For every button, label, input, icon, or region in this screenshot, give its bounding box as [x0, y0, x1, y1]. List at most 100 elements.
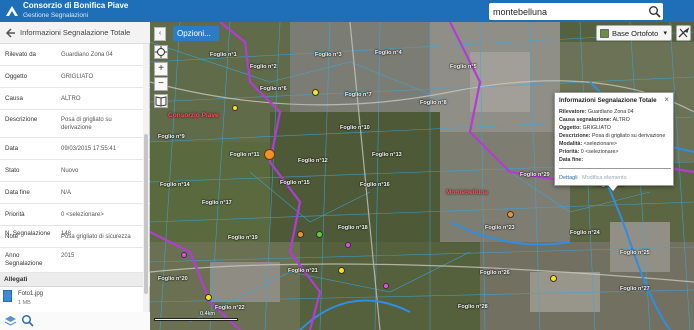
bottom-toolbar — [0, 312, 150, 330]
tools-icon — [678, 27, 690, 38]
search-input[interactable] — [489, 3, 645, 20]
popup-divider — [559, 168, 671, 169]
popup-value: GRIGLIATO — [582, 125, 611, 131]
back-arrow-icon[interactable] — [4, 27, 16, 39]
options-button[interactable]: Opzioni... — [173, 26, 219, 41]
panel-scrollbar[interactable] — [143, 44, 149, 314]
popup-title: Informazioni Segnalazione Totale — [559, 97, 657, 104]
scale-bar-line — [154, 318, 238, 321]
parcel-label: Foglio n°18 — [338, 225, 368, 231]
popup-key: Modalità: — [559, 141, 583, 147]
report-marker[interactable] — [181, 252, 187, 258]
popup-row: Oggetto: GRIGLIATO — [559, 125, 611, 131]
scrollbar-thumb[interactable] — [144, 134, 148, 294]
book-icon — [155, 96, 167, 107]
field-row: Rilevato da Guardiano Zona 04 — [0, 44, 150, 66]
parcel-label: Foglio n°15 — [280, 180, 310, 186]
field-label: Descrizione — [5, 116, 38, 123]
parcel-label: Foglio n°8 — [420, 100, 447, 106]
report-marker[interactable] — [507, 211, 514, 218]
field-value: 09/03/2015 17:55:41 — [61, 146, 117, 152]
popup-value: Guardiano Zona 04 — [587, 109, 634, 115]
field-label: Rilevato da — [5, 51, 36, 58]
parcel-label: Foglio n°10 — [340, 125, 370, 131]
field-value: 148 — [61, 231, 72, 237]
attachment-name[interactable]: Foto1.jpg — [18, 291, 43, 297]
report-marker[interactable] — [297, 231, 304, 238]
popup-row: Data fine: — [559, 157, 583, 163]
parcel-label: Foglio n°26 — [480, 270, 510, 276]
field-label: Causa — [5, 95, 23, 102]
parcel-label: Foglio n°12 — [298, 158, 328, 164]
place-label: Consorzio Piave — [168, 112, 219, 119]
popup-key: Data fine: — [559, 157, 584, 163]
file-icon[interactable] — [3, 290, 12, 302]
attachments-header: Allegati — [0, 273, 150, 287]
parcel-label: Foglio n°1 — [210, 52, 237, 58]
attachments-title: Allegati — [4, 276, 28, 283]
field-row: Anno Segnalazione 2015 — [0, 248, 150, 273]
collapse-panel-button[interactable]: ‹ — [154, 27, 166, 41]
parcel-label: Foglio n°24 — [570, 230, 600, 236]
consorzio-logo-icon — [6, 6, 18, 16]
parcel-label: Foglio n°7 — [345, 92, 372, 98]
map-view[interactable]: Consorzio Piave Montebelluna Foglio n°1 … — [150, 22, 694, 330]
basemap-icon — [600, 29, 609, 38]
field-label: Stato — [5, 167, 20, 174]
popup-key: Rilevatore: — [559, 109, 587, 115]
field-value: Posa di grigliato su derivazione — [61, 117, 112, 131]
field-row: Data 09/03/2015 17:55:41 — [0, 138, 150, 160]
zoom-icon[interactable] — [21, 314, 34, 327]
layers-icon[interactable] — [4, 314, 17, 327]
popup-key: Causa segnalazione: — [559, 117, 612, 123]
popup-key: Priorità: — [559, 149, 580, 155]
popup-row: Rilevatore: Guardiano Zona 04 — [559, 109, 634, 115]
field-row: Oggetto GRIGLIATO — [0, 66, 150, 88]
report-marker[interactable] — [316, 231, 323, 238]
zoom-out-button[interactable]: − — [154, 77, 168, 91]
app-title: Consorzio di Bonifica Piave — [23, 1, 129, 10]
report-marker[interactable] — [338, 267, 345, 274]
attachment-size: 1 MB — [18, 300, 31, 306]
zoom-in-button[interactable]: + — [154, 62, 168, 76]
popup-row: Descrizione: Posa di grigliato su deriva… — [559, 133, 665, 139]
app-subtitle: Gestione Segnalazioni — [23, 12, 89, 19]
report-marker[interactable] — [205, 294, 212, 301]
popup-value: ALTRO — [612, 117, 630, 123]
details-link[interactable]: Dettagli — [559, 175, 578, 181]
popup-key: Descrizione: — [559, 133, 591, 139]
parcel-label: Foglio n°4 — [375, 50, 402, 56]
close-icon[interactable]: × — [664, 95, 669, 104]
report-marker[interactable] — [232, 105, 238, 111]
report-marker[interactable] — [312, 89, 319, 96]
panel-header: Informazioni Segnalazione Totale — [0, 22, 150, 44]
parcel-label: Foglio n°14 — [160, 182, 190, 188]
popup-row: Priorità: 0 <selezionare> — [559, 149, 619, 155]
edit-feature-link[interactable]: Modifica elemento — [582, 175, 627, 181]
parcel-label: Foglio n°2 — [250, 64, 277, 70]
bookmarks-button[interactable] — [154, 94, 168, 108]
field-label: Data — [5, 145, 19, 152]
report-marker[interactable] — [550, 275, 557, 282]
scale-label: 0.4km — [200, 311, 215, 317]
basemap-selector[interactable]: Base Ortofoto ▾ — [596, 25, 672, 41]
search-icon[interactable] — [648, 5, 661, 18]
parcel-label: Foglio n°29 — [520, 172, 550, 178]
field-row: Stato Nuovo — [0, 160, 150, 182]
popup-value: Posa di grigliato su derivazione — [591, 133, 666, 139]
parcel-label: Foglio n°13 — [372, 152, 402, 158]
field-row: Data fine N/A — [0, 182, 150, 204]
basemap-label: Base Ortofoto — [612, 29, 659, 38]
info-popup: Informazioni Segnalazione Totale × Rilev… — [554, 92, 674, 186]
field-value: ALTRO — [61, 96, 81, 102]
tools-button[interactable] — [676, 25, 691, 41]
parcel-label: Foglio n°17 — [202, 200, 232, 206]
locate-button[interactable] — [154, 45, 168, 59]
report-marker-selected[interactable] — [264, 149, 275, 160]
field-row: Causa ALTRO — [0, 88, 150, 110]
field-label: N. Segnalazione — [5, 230, 51, 237]
parcel-label: Foglio n°9 — [158, 134, 185, 140]
report-marker[interactable] — [345, 242, 351, 248]
report-marker[interactable] — [383, 283, 389, 289]
field-value: 0 <selezionare> — [61, 212, 104, 218]
